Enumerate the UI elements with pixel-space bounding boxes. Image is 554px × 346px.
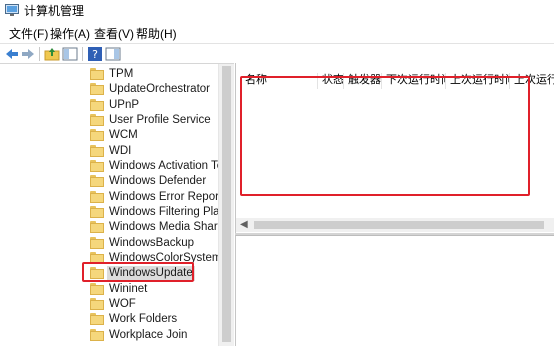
help-icon[interactable]: ?: [87, 46, 103, 62]
tree-vertical-scrollbar[interactable]: [218, 64, 234, 346]
tree-item-updateorchestrator[interactable]: UpdateOrchestrator: [90, 82, 230, 98]
menu-action[interactable]: 操作(A): [50, 27, 90, 41]
forward-arrow-icon[interactable]: [20, 46, 36, 62]
list-horizontal-scrollbar[interactable]: ◀: [236, 218, 554, 232]
show-pane-icon[interactable]: [105, 46, 121, 62]
folder-icon: [90, 175, 104, 187]
folder-icon: [90, 99, 104, 111]
menu-view[interactable]: 查看(V): [94, 27, 134, 41]
tree-item-label: WDI: [109, 145, 132, 157]
toolbar: ?: [0, 43, 554, 64]
folder-icon: [90, 83, 104, 95]
tree-item-windows-defender[interactable]: Windows Defender: [90, 174, 230, 190]
tree-item-label: Work Folders: [109, 313, 178, 325]
scrollbar-thumb[interactable]: [222, 66, 231, 342]
navigation-tree: TPM UpdateOrchestrator UPnP User Profile…: [0, 63, 234, 346]
tree-item-upnp[interactable]: UPnP: [90, 98, 230, 114]
folder-icon: [90, 283, 104, 295]
menu-bar: 文件(F) 操作(A) 查看(V) 帮助(H): [0, 25, 554, 43]
tree-item-label: WOF: [109, 298, 136, 310]
folder-icon: [90, 129, 104, 141]
tree-item-wof[interactable]: WOF: [90, 297, 230, 313]
folder-icon: [90, 145, 104, 157]
tree-item-work-folders[interactable]: Work Folders: [90, 312, 230, 328]
tree-item-wcm[interactable]: WCM: [90, 128, 230, 144]
tree-item-label: UpdateOrchestrator: [109, 83, 210, 95]
tree-item-workplace-join[interactable]: Workplace Join: [90, 328, 230, 344]
tree-item-windows-media-sharing[interactable]: Windows Media Sharing: [90, 220, 234, 236]
folder-icon: [90, 313, 104, 325]
computer-management-icon: [5, 4, 19, 16]
tree-item-label: Workplace Join: [109, 329, 188, 341]
up-folder-icon[interactable]: [44, 46, 60, 62]
folder-icon: [90, 221, 104, 233]
toolbar-separator: [39, 47, 40, 61]
toolbar-separator: [82, 47, 83, 61]
tree-item-label: UPnP: [109, 99, 140, 111]
tree-item-label: Windows Media Sharing: [109, 221, 234, 233]
folder-icon: [90, 298, 104, 310]
folder-icon: [90, 237, 104, 249]
folder-icon: [90, 191, 104, 203]
tree-item-label: WCM: [109, 129, 138, 141]
tree-item-windows-filtering[interactable]: Windows Filtering Platfo: [90, 205, 233, 221]
tree-item-tpm[interactable]: TPM: [90, 67, 230, 83]
window-title: 计算机管理: [24, 4, 85, 18]
svg-text:?: ?: [92, 48, 98, 61]
folder-icon: [90, 114, 104, 126]
tree-item-label: Windows Error Reportin: [109, 191, 232, 203]
highlight-box-task-list: [240, 76, 530, 196]
tree-item-label: User Profile Service: [109, 114, 211, 126]
scrollbar-thumb[interactable]: [254, 221, 544, 229]
tree-item-label: Windows Filtering Platfo: [109, 206, 233, 218]
tree-item-label: Wininet: [109, 283, 148, 295]
tree-item-label: Windows Defender: [109, 175, 207, 187]
folder-icon: [90, 68, 104, 80]
back-arrow-icon[interactable]: [4, 46, 20, 62]
highlight-box-windowsupdate: [82, 262, 194, 282]
tree-item-wininet[interactable]: Wininet: [90, 282, 230, 298]
tree-item-wdi[interactable]: WDI: [90, 144, 230, 160]
tree-item-label: TPM: [109, 68, 134, 80]
folder-icon: [90, 160, 104, 172]
tree-item-label: WindowsBackup: [109, 237, 195, 249]
tree-item-user-profile-service[interactable]: User Profile Service: [90, 113, 230, 129]
folder-icon: [90, 206, 104, 218]
tree-item-windows-error-reporting[interactable]: Windows Error Reportin: [90, 190, 232, 206]
menu-help[interactable]: 帮助(H): [136, 27, 177, 41]
tree-item-label: Windows Activation Tech: [109, 160, 234, 172]
tree-item-windows-activation[interactable]: Windows Activation Tech: [90, 159, 234, 175]
tree-item-windowsbackup[interactable]: WindowsBackup: [90, 236, 230, 252]
menu-file[interactable]: 文件(F): [9, 27, 48, 41]
detail-pane: [235, 235, 554, 346]
show-tree-icon[interactable]: [62, 46, 78, 62]
folder-icon: [90, 329, 104, 341]
scroll-left-icon[interactable]: ◀: [240, 219, 248, 231]
title-bar: 计算机管理: [0, 0, 554, 22]
